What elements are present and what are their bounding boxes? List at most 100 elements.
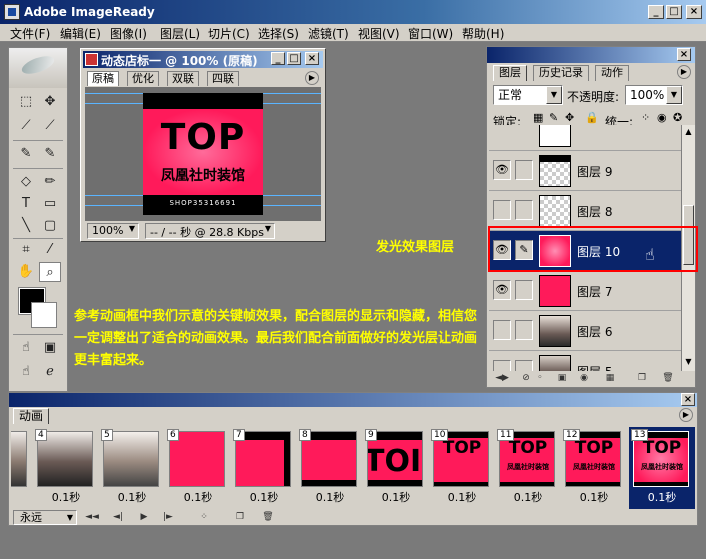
crop-tool-icon[interactable]: ⌗ (15, 240, 37, 260)
eye-icon[interactable]: 👁 (493, 160, 511, 180)
magic-wand-tool-icon[interactable]: ⟋ (39, 116, 61, 136)
anim-close-button[interactable]: × (681, 393, 695, 406)
doc-minimize-button[interactable]: _ (271, 52, 285, 65)
new-layer-icon[interactable]: ❐ (635, 372, 649, 384)
eye-hidden-slot[interactable] (493, 320, 511, 340)
menu-view[interactable]: 视图(V) (358, 25, 400, 42)
rounded-rect-tool-icon[interactable]: ▢ (39, 216, 61, 236)
menu-layer[interactable]: 图层(L) (160, 25, 200, 42)
unify-style-icon[interactable]: ✪ (673, 111, 682, 124)
lock-position-icon[interactable]: ✥ (565, 111, 574, 124)
zoom-select[interactable]: 100% ▼ (87, 223, 139, 239)
layer-row-5[interactable]: 图层 5 (489, 351, 681, 371)
lock-transparency-icon[interactable]: ▦ (533, 111, 543, 124)
frame-delay[interactable]: 0.1秒 (629, 489, 695, 505)
unify-visibility-icon[interactable]: ◉ (657, 111, 667, 124)
scroll-up-icon[interactable]: ▲ (683, 127, 694, 137)
menu-slice[interactable]: 切片(C) (208, 25, 250, 42)
tab-actions[interactable]: 动作 (595, 65, 629, 81)
hand-tool-icon[interactable]: ✋ (15, 262, 37, 282)
menu-help[interactable]: 帮助(H) (462, 25, 504, 42)
delete-layer-icon[interactable]: 🗑 (661, 372, 675, 384)
menu-edit[interactable]: 编辑(E) (60, 25, 101, 42)
opacity-field[interactable]: 100% ▼ (625, 85, 683, 105)
slice-select-tool-icon[interactable]: ✎ (39, 144, 61, 164)
eye-hidden-slot[interactable] (493, 200, 511, 220)
tab-4up[interactable]: 四联 (207, 71, 239, 86)
download-time-select[interactable]: -- / -- 秒 @ 28.8 Kbps ▼ (145, 223, 275, 239)
lock-image-icon[interactable]: ✎ (549, 111, 558, 124)
frame-5[interactable]: 5 0.1秒 (99, 427, 165, 509)
lasso-tool-icon[interactable]: ⟋ (15, 116, 37, 136)
layer-options-icon[interactable]: ◦ (533, 372, 547, 384)
eye-icon[interactable]: 👁 (493, 280, 511, 300)
frame-10[interactable]: TOP 10 0.1秒 (429, 427, 495, 509)
close-button[interactable]: × (686, 5, 702, 19)
menu-select[interactable]: 选择(S) (258, 25, 299, 42)
frame-11[interactable]: TOP 凤凰社时装馆 11 0.1秒 (495, 427, 561, 509)
frame-3[interactable] (11, 427, 33, 509)
frame-13[interactable]: TOP 凤凰社时装馆 13 0.1秒 (629, 427, 695, 509)
move-tool-icon[interactable]: ✥ (39, 92, 61, 112)
tab-history[interactable]: 历史记录 (533, 65, 589, 81)
next-frame-icon[interactable]: |► (161, 511, 175, 523)
eyedropper-tool-icon[interactable]: ⁄ (39, 240, 61, 260)
menu-file[interactable]: 文件(F) (10, 25, 50, 42)
frame-7[interactable]: 7 0.1秒 (231, 427, 297, 509)
anim-menu-arrow-icon[interactable]: ▶ (679, 408, 693, 422)
tab-layers[interactable]: 图层 (493, 65, 527, 81)
previous-frame-icon[interactable]: ◄| (111, 511, 125, 523)
layer-style-icon[interactable]: ⊘ (519, 372, 533, 384)
image-map-tool-icon[interactable]: ☝ (15, 338, 37, 358)
background-color-swatch[interactable] (31, 302, 57, 328)
eye-hidden-slot[interactable] (493, 360, 511, 371)
doc-menu-arrow-icon[interactable]: ▶ (305, 71, 319, 85)
new-fill-icon[interactable]: ▦ (603, 372, 617, 384)
frame-4[interactable]: 4 0.1秒 (33, 427, 99, 509)
frame-6[interactable]: 6 0.1秒 (165, 427, 231, 509)
frame-delay[interactable]: 0.1秒 (231, 489, 297, 505)
menu-window[interactable]: 窗口(W) (408, 25, 453, 42)
frame-delay[interactable]: 0.1秒 (33, 489, 99, 505)
document-canvas[interactable]: TOP 凤凰社时装馆 SHOP35316691 (85, 87, 321, 221)
unify-position-icon[interactable]: ⁘ (641, 111, 650, 124)
delete-frame-icon[interactable]: 🗑 (261, 511, 275, 523)
menu-image[interactable]: 图像(I) (110, 25, 147, 42)
duplicate-frame-icon[interactable]: ❐ (233, 511, 247, 523)
doc-maximize-button[interactable]: □ (287, 52, 301, 65)
layer-row-6[interactable]: 图层 6 (489, 311, 681, 351)
play-icon[interactable]: ▶ (137, 511, 151, 523)
link-slot[interactable] (515, 200, 533, 220)
tween-icon[interactable]: ⁘ (197, 511, 211, 523)
maximize-button[interactable]: □ (666, 5, 682, 19)
frame-delay[interactable]: 0.1秒 (429, 489, 495, 505)
blend-mode-select[interactable]: 正常 ▼ (493, 85, 563, 105)
marquee-tool-icon[interactable]: ⬚ (15, 92, 37, 112)
link-slot[interactable] (515, 360, 533, 371)
frame-delay[interactable]: 0.1秒 (165, 489, 231, 505)
line-tool-icon[interactable]: ╲ (15, 216, 37, 236)
frame-12[interactable]: TOP 凤凰社时装馆 12 0.1秒 (561, 427, 627, 509)
preview-document-icon[interactable]: ☝ (15, 362, 37, 382)
layer-row-7[interactable]: 👁 图层 7 (489, 271, 681, 311)
brush-tool-icon[interactable]: ✏ (39, 172, 61, 192)
frame-9[interactable]: TOI 9 0.1秒 (363, 427, 429, 509)
first-frame-icon[interactable]: ◄◄ (85, 511, 99, 523)
frame-delay[interactable]: 0.1秒 (561, 489, 627, 505)
minimize-button[interactable]: _ (648, 5, 664, 19)
frame-delay[interactable]: 0.1秒 (297, 489, 363, 505)
frame-delay[interactable]: 0.1秒 (99, 489, 165, 505)
eraser-tool-icon[interactable]: ◇ (15, 172, 37, 192)
tab-animation[interactable]: 动画 (13, 408, 50, 424)
frame-delay[interactable]: 0.1秒 (363, 489, 429, 505)
layer-row-8[interactable]: 图层 8 (489, 191, 681, 231)
slice-tool-icon[interactable]: ✎ (15, 144, 37, 164)
tab-original[interactable]: 原稿 (87, 71, 119, 86)
doc-close-button[interactable]: × (305, 52, 319, 65)
frame-8[interactable]: 8 0.1秒 (297, 427, 363, 509)
link-slot[interactable] (515, 160, 533, 180)
loop-select[interactable]: 永远 ▼ (13, 510, 77, 525)
add-mask-icon[interactable]: ▣ (555, 372, 569, 384)
frame-delay[interactable]: 0.1秒 (495, 489, 561, 505)
link-layers-icon[interactable]: ◄▶ (495, 372, 509, 384)
